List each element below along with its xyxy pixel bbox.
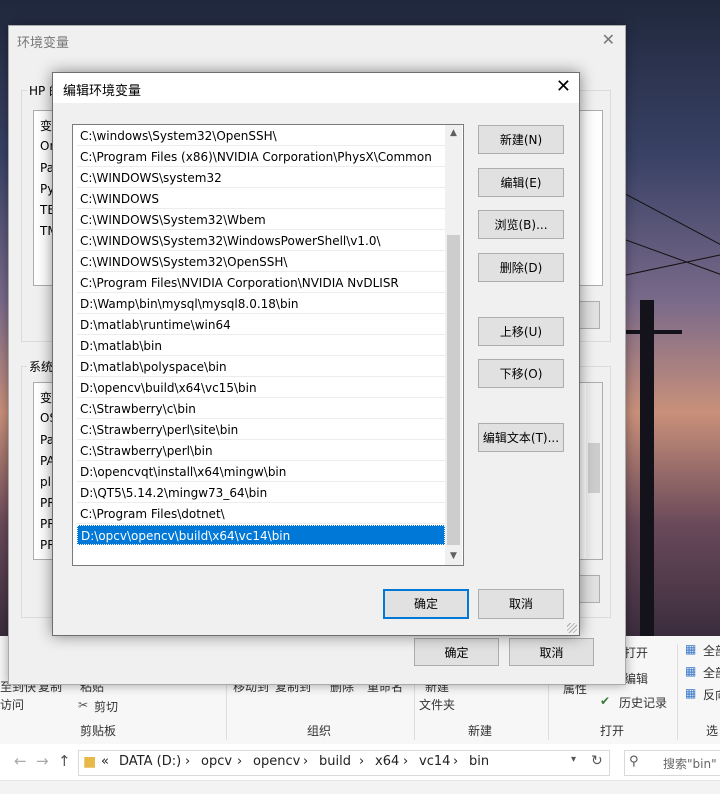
crumb-separator: › — [359, 754, 365, 769]
up-arrow-icon[interactable]: ↑ — [58, 752, 71, 770]
refresh-icon[interactable]: ↻ — [591, 753, 603, 769]
list-header: 变 — [40, 391, 53, 405]
crumb-bin[interactable]: bin — [469, 754, 489, 769]
path-row[interactable]: D:\QT5\5.14.2\mingw73_64\bin — [77, 483, 445, 503]
scroll-up-icon[interactable]: ▲ — [445, 125, 462, 142]
list-item[interactable]: pl — [40, 475, 51, 489]
address-bar-row: ← → ↑ ■ « DATA (D:) › opcv › opencv › bu… — [0, 744, 720, 781]
path-row[interactable]: D:\matlab\polyspace\bin — [77, 357, 445, 377]
scroll-down-icon[interactable]: ▼ — [445, 548, 462, 565]
new-group-label: 新建 — [468, 724, 493, 738]
path-row[interactable]: C:\Strawberry\c\bin — [77, 399, 445, 419]
select-none-button[interactable]: 全部 — [703, 664, 720, 681]
path-row[interactable]: D:\matlab\runtime\win64 — [77, 315, 445, 335]
new-button[interactable]: 新建(N) — [478, 125, 564, 154]
history-icon: ✔ — [600, 694, 611, 708]
crumb-vc14[interactable]: vc14 — [419, 754, 450, 769]
edit-dialog-title: 编辑环境变量 — [63, 84, 142, 99]
path-list[interactable]: D:\opcv\opencv\build\x64\vc14\bin C:\Prog… — [72, 124, 464, 566]
crumb-separator: › — [237, 754, 243, 769]
select-all-button[interactable]: 全部 — [703, 642, 720, 659]
crumb-separator: › — [453, 754, 459, 769]
search-icon: ⚲ — [629, 754, 639, 769]
edit-dialog-titlebar: 编辑环境变量 ✕ — [53, 73, 579, 103]
crumb-x64[interactable]: x64 — [375, 754, 399, 769]
address-bar[interactable]: ■ « DATA (D:) › opcv › opencv › build › … — [78, 750, 610, 776]
path-row[interactable]: C:\WINDOWS\system32 — [77, 168, 445, 188]
clipboard-group-label: 剪贴板 — [80, 724, 117, 738]
scrollbar-thumb[interactable] — [588, 443, 600, 493]
invert-selection-button[interactable]: 反向 — [703, 686, 720, 703]
ribbon-divider — [677, 644, 678, 740]
forward-arrow-icon[interactable]: → — [36, 752, 49, 770]
search-box[interactable]: ⚲ 搜索"bin" — [624, 750, 720, 776]
path-row[interactable]: C:\WINDOWS\System32\Wbem — [77, 210, 445, 230]
scrollbar-thumb[interactable] — [447, 235, 460, 545]
cancel-button[interactable]: 取消 — [478, 589, 564, 619]
pin-quick-access-label-2[interactable]: 访问 — [0, 696, 24, 713]
path-row[interactable]: D:\Wamp\bin\mysql\mysql8.0.18\bin — [77, 294, 445, 314]
cut-button[interactable]: 剪切 — [94, 698, 118, 715]
select-group-label: 选 — [706, 724, 719, 738]
select-all-icon: ▦ — [685, 642, 697, 656]
edit-button[interactable]: 编辑(E) — [478, 168, 564, 197]
browse-button[interactable]: 浏览(B)... — [478, 210, 564, 239]
path-row[interactable]: C:\Strawberry\perl\bin — [77, 441, 445, 461]
close-icon[interactable]: ✕ — [602, 30, 615, 49]
open-dropdown[interactable]: 打开 — [624, 644, 648, 661]
invert-selection-icon: ▦ — [685, 686, 697, 700]
path-row[interactable]: D:\opencv\build\x64\vc15\bin — [77, 378, 445, 398]
system-variables-group-label: 系统 — [27, 358, 56, 375]
edit-environment-variable-dialog: 编辑环境变量 ✕ D:\opcv\opencv\build\x64\vc14\b… — [52, 72, 580, 636]
crumb-opencv[interactable]: opencv — [253, 754, 300, 769]
path-row[interactable]: C:\Strawberry\perl\site\bin — [77, 420, 445, 440]
address-overflow[interactable]: « — [101, 754, 109, 769]
history-button[interactable]: 历史记录 — [619, 694, 667, 711]
list-header: 变 — [40, 119, 53, 133]
env-dialog-title: 环境变量 — [17, 36, 70, 51]
path-row[interactable]: C:\WINDOWS — [77, 189, 445, 209]
address-dropdown-icon[interactable]: ▾ — [571, 754, 576, 765]
crumb-drive[interactable]: DATA (D:) — [119, 754, 181, 769]
edit-button[interactable]: 编辑 — [624, 670, 648, 687]
path-row[interactable]: C:\Program Files\dotnet\ — [77, 504, 445, 524]
path-row[interactable]: D:\opencvqt\install\x64\mingw\bin — [77, 462, 445, 482]
search-placeholder: 搜索"bin" — [663, 757, 717, 771]
path-row[interactable]: C:\Program Files (x86)\NVIDIA Corporatio… — [77, 147, 445, 167]
utility-pole-crossbar — [622, 330, 682, 334]
path-list-scrollbar[interactable]: ▲ ▼ — [445, 125, 462, 565]
open-group-label: 打开 — [600, 724, 625, 738]
new-folder-button-line2[interactable]: 文件夹 — [419, 696, 455, 713]
path-row[interactable]: C:\Program Files\NVIDIA Corporation\NVID… — [77, 273, 445, 293]
path-row[interactable]: C:\WINDOWS\System32\WindowsPowerShell\v1… — [77, 231, 445, 251]
crumb-build[interactable]: build — [319, 754, 351, 769]
crumb-separator: › — [303, 754, 309, 769]
path-row[interactable]: C:\WINDOWS\System32\OpenSSH\ — [77, 252, 445, 272]
move-up-button[interactable]: 上移(U) — [478, 317, 564, 346]
crumb-separator: › — [185, 754, 191, 769]
path-row[interactable]: C:\windows\System32\OpenSSH\ — [77, 126, 445, 146]
ok-button[interactable]: 确定 — [383, 589, 469, 619]
organize-group-label: 组织 — [307, 724, 332, 738]
crumb-opcv[interactable]: opcv — [201, 754, 232, 769]
env-ok-button[interactable]: 确定 — [414, 638, 499, 666]
path-row[interactable]: D:\matlab\bin — [77, 336, 445, 356]
resize-grip-icon[interactable] — [567, 623, 577, 633]
folder-icon: ■ — [83, 754, 97, 770]
edit-text-button[interactable]: 编辑文本(T)... — [478, 423, 564, 452]
delete-button[interactable]: 删除(D) — [478, 253, 564, 282]
close-icon[interactable]: ✕ — [556, 76, 571, 97]
select-none-icon: ▦ — [685, 664, 697, 678]
path-row-selected[interactable]: D:\opcv\opencv\build\x64\vc14\bin — [77, 525, 445, 545]
scissors-icon: ✂ — [78, 698, 89, 712]
utility-pole — [640, 300, 654, 640]
back-arrow-icon[interactable]: ← — [14, 752, 27, 770]
system-list-scrollbar[interactable] — [586, 383, 602, 559]
env-cancel-button[interactable]: 取消 — [509, 638, 594, 666]
crumb-separator: › — [403, 754, 409, 769]
move-down-button[interactable]: 下移(O) — [478, 359, 564, 388]
